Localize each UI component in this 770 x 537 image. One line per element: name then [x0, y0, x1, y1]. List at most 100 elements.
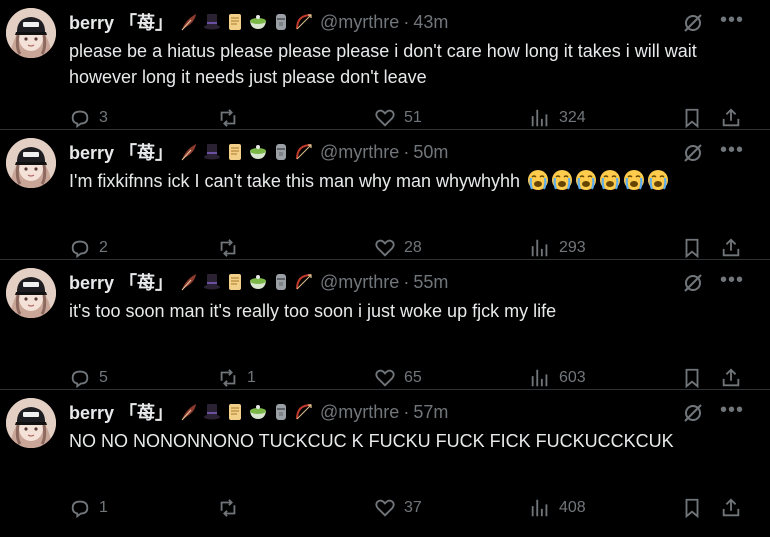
name-emojis: [179, 142, 314, 162]
bookmark-icon: [685, 498, 699, 519]
tweet[interactable]: berry 「苺」 @myrthre · 55m ••• it's too so…: [0, 260, 770, 390]
share-button[interactable]: [720, 237, 742, 259]
scroll-icon: [229, 404, 242, 420]
views-icon: [531, 499, 548, 517]
top-hat-icon: [204, 144, 221, 160]
view-count: 603: [559, 369, 586, 386]
timestamp[interactable]: 50m: [413, 142, 448, 163]
display-name[interactable]: berry 「苺」: [69, 399, 173, 425]
like-button[interactable]: 37: [374, 497, 422, 519]
more-options-icon[interactable]: •••: [720, 10, 744, 34]
views-button[interactable]: 293: [529, 237, 586, 259]
bow-arrow-icon: [296, 274, 312, 290]
user-handle[interactable]: @myrthre: [320, 402, 399, 423]
grok-icon[interactable]: [682, 12, 704, 34]
crying-face-icon: [576, 170, 597, 190]
separator-dot: ·: [403, 271, 410, 292]
tweet-text: I'm fixkifnns ick I can't take this man …: [69, 168, 749, 194]
share-button[interactable]: [720, 497, 742, 519]
tweet-header: berry 「苺」 @myrthre · 43m: [69, 10, 750, 34]
more-options-icon[interactable]: •••: [720, 270, 744, 294]
display-name[interactable]: berry 「苺」: [69, 139, 173, 165]
like-button[interactable]: 28: [374, 237, 422, 259]
reply-count: 5: [99, 369, 108, 386]
views-button[interactable]: 603: [529, 367, 586, 389]
tweet-header: berry 「苺」 @myrthre · 50m: [69, 140, 750, 164]
tweet-actions: 3 51 324: [69, 107, 752, 131]
tweet-text: it's too soon man it's really too soon i…: [69, 301, 557, 321]
grok-icon[interactable]: [682, 272, 704, 294]
views-button[interactable]: 324: [529, 107, 586, 129]
tweet[interactable]: berry 「苺」 @myrthre · 50m ••• I'm fixkifn…: [0, 130, 770, 260]
bookmark-button[interactable]: [681, 497, 703, 519]
share-button[interactable]: [720, 367, 742, 389]
reply-button[interactable]: 5: [69, 367, 108, 389]
reply-button[interactable]: 3: [69, 107, 108, 129]
reply-count: 2: [99, 239, 108, 256]
tweet[interactable]: berry 「苺」 @myrthre · 43m ••• please be a…: [0, 0, 770, 130]
timestamp[interactable]: 43m: [413, 12, 448, 33]
separator-dot: ·: [403, 141, 410, 162]
repost-button[interactable]: [217, 107, 247, 129]
more-options-icon[interactable]: •••: [720, 400, 744, 424]
more-options-icon[interactable]: •••: [720, 140, 744, 164]
reply-icon: [71, 500, 89, 519]
top-hat-icon: [204, 404, 221, 420]
repost-button[interactable]: [217, 497, 247, 519]
feather-icon: [181, 404, 197, 421]
tweet[interactable]: berry 「苺」 @myrthre · 57m ••• NO NO NONON…: [0, 390, 770, 520]
share-icon: [722, 238, 740, 257]
tweet-header: berry 「苺」 @myrthre · 55m: [69, 270, 750, 294]
avatar[interactable]: [6, 268, 56, 318]
emoji-suffix: [520, 170, 669, 191]
heart-icon: [375, 369, 395, 387]
reply-icon: [71, 370, 89, 389]
bow-arrow-icon: [296, 404, 312, 420]
user-handle[interactable]: @myrthre: [320, 272, 399, 293]
reply-button[interactable]: 1: [69, 497, 108, 519]
tweet-header: berry 「苺」 @myrthre · 57m: [69, 400, 750, 424]
bookmark-button[interactable]: [681, 107, 703, 129]
moai-icon: [276, 14, 287, 30]
repost-button[interactable]: 1: [217, 367, 256, 389]
grok-icon[interactable]: [682, 142, 704, 164]
heart-icon: [375, 499, 395, 517]
share-icon: [722, 108, 740, 127]
avatar[interactable]: [6, 138, 56, 188]
timestamp[interactable]: 55m: [413, 272, 448, 293]
tweet-actions: 2 28 293: [69, 237, 752, 261]
avatar[interactable]: [6, 8, 56, 58]
user-handle[interactable]: @myrthre: [320, 12, 399, 33]
like-count: 51: [404, 109, 422, 126]
name-emojis: [179, 402, 314, 422]
matcha-icon: [250, 145, 267, 159]
display-name[interactable]: berry 「苺」: [69, 9, 173, 35]
reply-icon: [71, 240, 89, 259]
bookmark-button[interactable]: [681, 367, 703, 389]
share-icon: [722, 368, 740, 387]
bow-arrow-icon: [296, 14, 312, 30]
view-count: 293: [559, 239, 586, 256]
crying-face-icon: [648, 170, 669, 190]
like-button[interactable]: 65: [374, 367, 422, 389]
top-hat-icon: [204, 14, 221, 30]
repost-icon: [220, 369, 236, 387]
feather-icon: [181, 14, 197, 31]
views-icon: [531, 369, 548, 387]
repost-button[interactable]: [217, 237, 247, 259]
bookmark-icon: [685, 108, 699, 129]
name-emojis: [179, 12, 314, 32]
avatar[interactable]: [6, 398, 56, 448]
bookmark-button[interactable]: [681, 237, 703, 259]
view-count: 408: [559, 499, 586, 516]
display-name[interactable]: berry 「苺」: [69, 269, 173, 295]
user-handle[interactable]: @myrthre: [320, 142, 399, 163]
share-button[interactable]: [720, 107, 742, 129]
reply-button[interactable]: 2: [69, 237, 108, 259]
timestamp[interactable]: 57m: [413, 402, 448, 423]
timeline-feed: berry 「苺」 @myrthre · 43m ••• please be a…: [0, 0, 770, 520]
views-button[interactable]: 408: [529, 497, 586, 519]
grok-icon[interactable]: [682, 402, 704, 424]
bookmark-icon: [685, 368, 699, 389]
like-button[interactable]: 51: [374, 107, 422, 129]
